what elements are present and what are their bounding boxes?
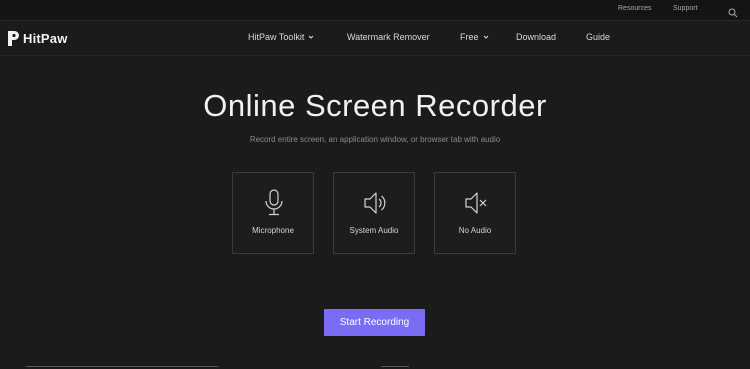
nav-label: Guide bbox=[586, 32, 611, 42]
page-title: Online Screen Recorder bbox=[203, 88, 547, 123]
brand-logo[interactable]: HitPaw bbox=[7, 29, 68, 47]
nav-label: Watermark Remover bbox=[347, 32, 430, 42]
divider bbox=[381, 366, 409, 367]
search-icon[interactable] bbox=[728, 5, 738, 18]
mute-icon bbox=[465, 192, 487, 214]
resources-link[interactable]: Resources bbox=[618, 5, 651, 12]
nav-label: HitPaw Toolkit bbox=[248, 32, 305, 42]
nav-hitpaw-toolkit[interactable]: HitPaw Toolkit bbox=[248, 32, 314, 42]
support-link[interactable]: Support bbox=[673, 5, 698, 12]
speaker-icon bbox=[364, 192, 386, 214]
option-label: Microphone bbox=[252, 226, 294, 235]
nav-label: Download bbox=[516, 32, 557, 42]
nav-label: Free bbox=[460, 32, 479, 42]
hitpaw-logo-icon bbox=[8, 30, 19, 46]
microphone-icon bbox=[265, 189, 283, 216]
nav-guide[interactable]: Guide bbox=[586, 32, 610, 42]
nav-download[interactable]: Download bbox=[516, 32, 556, 42]
chevron-down-icon bbox=[483, 35, 488, 39]
option-label: System Audio bbox=[349, 226, 399, 235]
option-label: No Audio bbox=[458, 226, 492, 235]
chevron-down-icon bbox=[308, 35, 314, 39]
option-system-audio[interactable]: System Audio bbox=[333, 172, 415, 254]
main-navbar: HitPaw HitPaw Toolkit Watermark Remover … bbox=[0, 21, 750, 56]
nav-free[interactable]: Free bbox=[460, 32, 489, 42]
divider bbox=[26, 366, 218, 367]
brand-name: HitPaw bbox=[23, 30, 68, 46]
option-microphone[interactable]: Microphone bbox=[232, 172, 314, 254]
nav-watermark-remover[interactable]: Watermark Remover bbox=[347, 32, 430, 42]
start-recording-button[interactable]: Start Recording bbox=[324, 309, 425, 336]
top-utility-bar: Resources Support bbox=[0, 0, 750, 21]
page-subtitle: Record entire screen, an application win… bbox=[249, 135, 501, 144]
option-no-audio[interactable]: No Audio bbox=[434, 172, 516, 254]
